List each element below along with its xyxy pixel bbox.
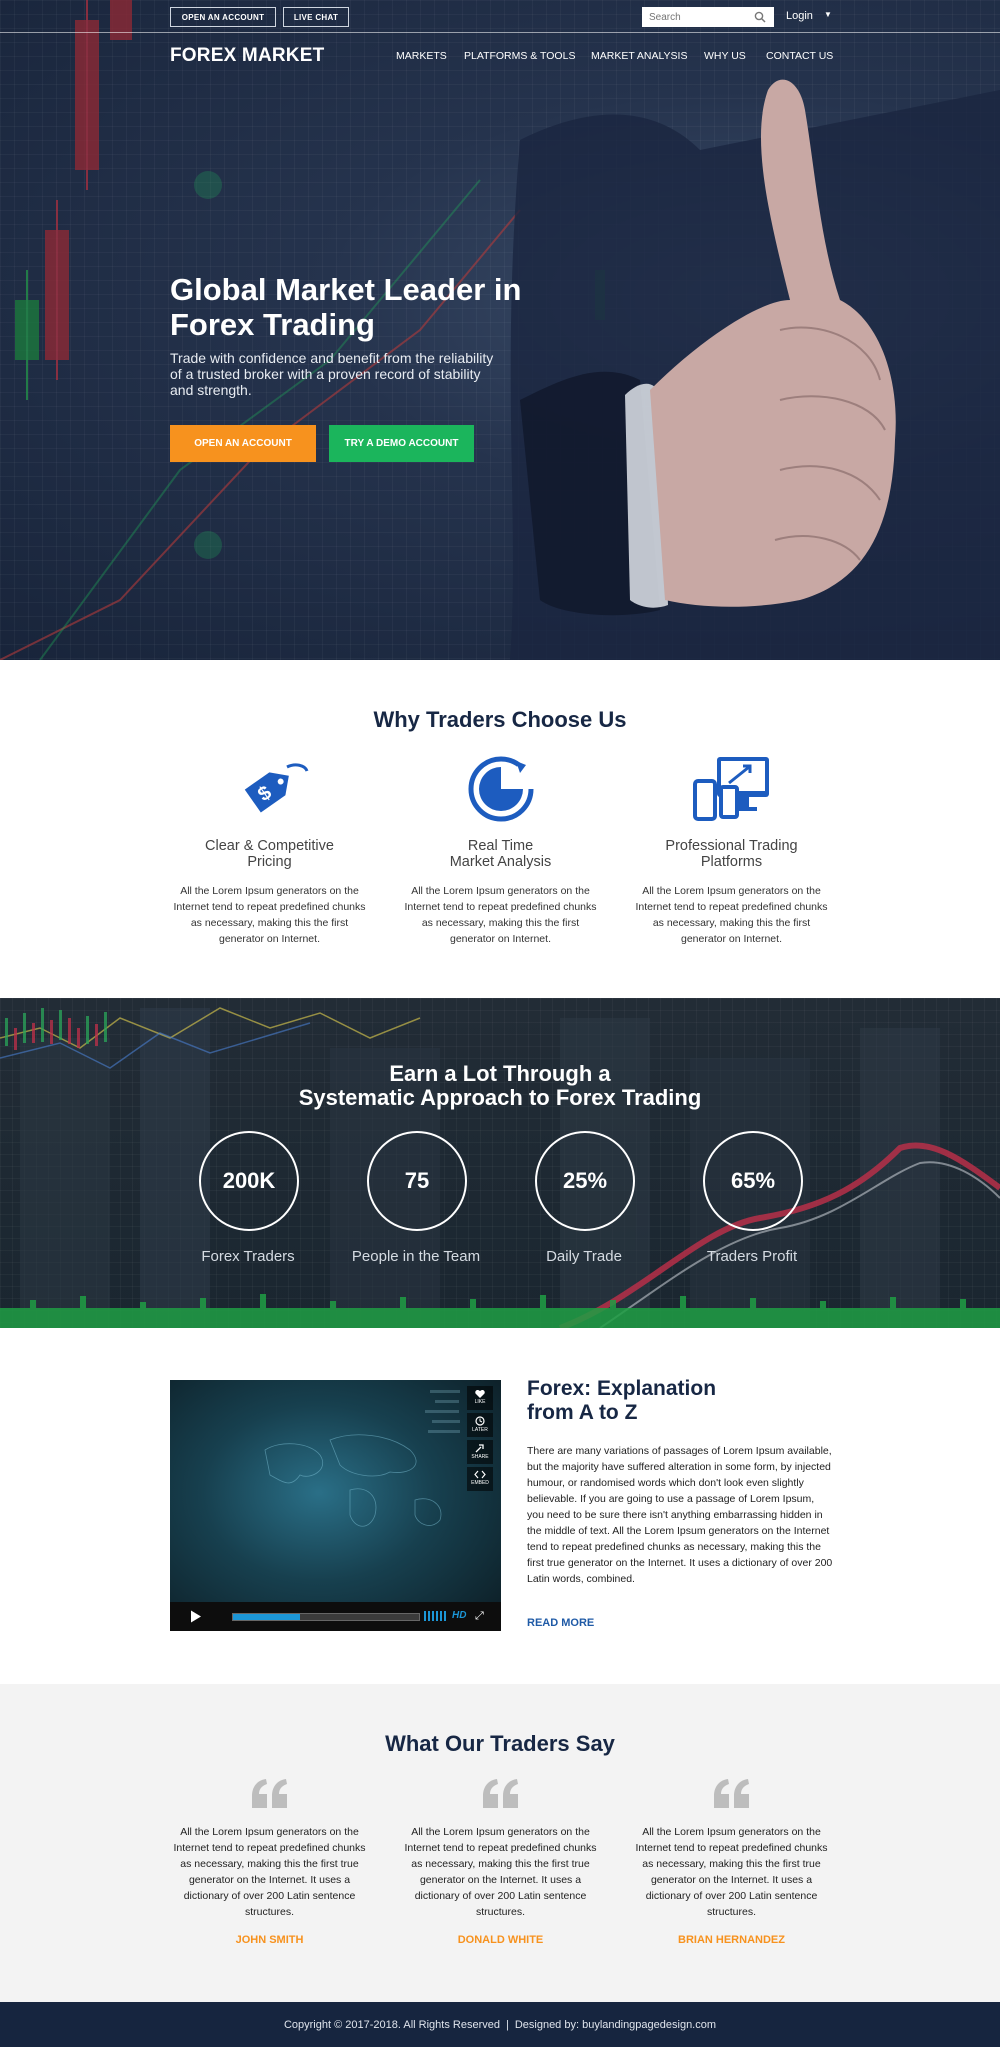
site-logo[interactable]: FOREX MARKET [170,45,324,67]
nav-platforms-tools[interactable]: PLATFORMS & TOOLS [464,50,575,62]
pie-chart-icon [468,756,533,822]
quote-icon [251,1779,287,1808]
nav-market-analysis[interactable]: MARKET ANALYSIS [591,50,687,62]
top-bar: OPEN AN ACCOUNT LIVE CHAT Login ▼ [0,0,1000,33]
live-chat-button[interactable]: LIVE CHAT [283,7,349,27]
hd-badge[interactable]: HD [452,1610,466,1621]
demo-account-button[interactable]: TRY A DEMO ACCOUNT [329,425,474,462]
feature-text: All the Lorem Ipsum generators on the In… [173,885,366,945]
designer-link[interactable]: Designed by: buylandingpagedesign.com [515,2019,716,2031]
video-controls: HD ⤢ [170,1602,501,1631]
stats-background-art [0,1007,1000,1328]
hero-title: Global Market Leader in Forex Trading [170,272,522,342]
testimonial-text: All the Lorem Ipsum generators on the In… [635,1826,828,1918]
testimonial-card: All the Lorem Ipsum generators on the In… [629,1778,834,1946]
clock-icon [475,1416,485,1426]
quote-icon [482,1779,518,1808]
feature-platforms: Professional Trading Platforms All the Lo… [629,753,834,947]
testimonial-author: DONALD WHITE [457,1934,544,1946]
stats-title: Earn a Lot Through a Systematic Approach … [298,1061,702,1110]
stat-label: People in the Team [351,1248,481,1265]
video-progress-fill [233,1614,300,1620]
copyright-text: Copyright © 2017-2018. All Rights Reserv… [283,2018,500,2031]
stat-label: Daily Trade [546,1248,622,1265]
stats-section: Earn a Lot Through a Systematic Approach … [0,998,1000,1328]
open-account-button[interactable]: OPEN AN ACCOUNT [170,425,316,462]
world-map-image [264,1390,460,1527]
login-link[interactable]: Login [786,10,813,22]
read-more-link[interactable]: READ MORE [527,1617,594,1629]
testimonial-card: All the Lorem Ipsum generators on the In… [398,1778,603,1946]
play-icon[interactable] [190,1610,202,1623]
volume-icon[interactable] [424,1611,448,1621]
search-box [642,7,774,27]
feature-title: Clear & Competitive Pricing [205,838,334,870]
stat-circle: 25% [535,1131,635,1231]
nav-markets[interactable]: MARKETS [396,50,447,62]
like-button[interactable]: LIKE [467,1386,493,1410]
nav-why-us[interactable]: WHY US [704,50,746,62]
search-input[interactable] [649,11,749,23]
video-progress-bar[interactable] [232,1613,420,1621]
code-icon [474,1470,486,1479]
stat-label: Traders Profit [706,1248,798,1265]
why-section-title: Why Traders Choose Us [373,707,627,732]
feature-text: All the Lorem Ipsum generators on the In… [404,885,597,945]
testimonial-text: All the Lorem Ipsum generators on the In… [173,1826,366,1918]
stat-circle: 65% [703,1131,803,1231]
price-tag-icon: $ [244,763,308,813]
chevron-down-icon[interactable]: ▼ [824,10,832,19]
feature-title: Real Time Market Analysis [449,838,552,870]
quote-icon [713,1779,749,1808]
testimonial-card: All the Lorem Ipsum generators on the In… [167,1778,372,1946]
footer: Copyright © 2017-2018. All Rights Reserv… [0,2002,1000,2047]
open-account-top-button[interactable]: OPEN AN ACCOUNT [170,7,276,27]
stat-label: Forex Traders [201,1248,295,1265]
testimonial-author: JOHN SMITH [235,1934,304,1946]
feature-text: All the Lorem Ipsum generators on the In… [635,885,828,945]
feature-title: Professional Trading Platforms [665,838,798,870]
testimonial-text: All the Lorem Ipsum generators on the In… [404,1826,597,1918]
watch-later-button[interactable]: LATER [467,1413,493,1437]
hero-subtitle: Trade with confidence and benefit from t… [170,350,494,398]
heart-icon [475,1389,485,1398]
article-title: Forex: Explanation from A to Z [527,1377,717,1424]
feature-pricing: $ Clear & Competitive Pricing All the Lor… [167,753,372,947]
share-icon [475,1444,484,1453]
footer-separator: | [505,2018,509,2031]
video-player[interactable]: LIKE LATER SHARE EMBED HD ⤢ [170,1380,501,1631]
fullscreen-icon[interactable]: ⤢ [475,1610,484,1623]
testimonials-title: What Our Traders Say [385,1731,615,1756]
testimonial-author: BRIAN HERNANDEZ [678,1934,785,1946]
feature-analysis: Real Time Market Analysis All the Lorem I… [398,753,603,947]
stat-circle: 200K [199,1131,299,1231]
stat-circle: 75 [367,1131,467,1231]
embed-button[interactable]: EMBED [467,1467,493,1491]
search-icon[interactable] [754,11,766,23]
share-button[interactable]: SHARE [467,1440,493,1464]
nav-contact-us[interactable]: CONTACT US [766,50,833,62]
devices-icon [692,757,769,821]
hero-section: OPEN AN ACCOUNT LIVE CHAT Login ▼ FOREX … [0,0,1000,660]
article-text: There are many variations of passages of… [527,1445,833,1585]
